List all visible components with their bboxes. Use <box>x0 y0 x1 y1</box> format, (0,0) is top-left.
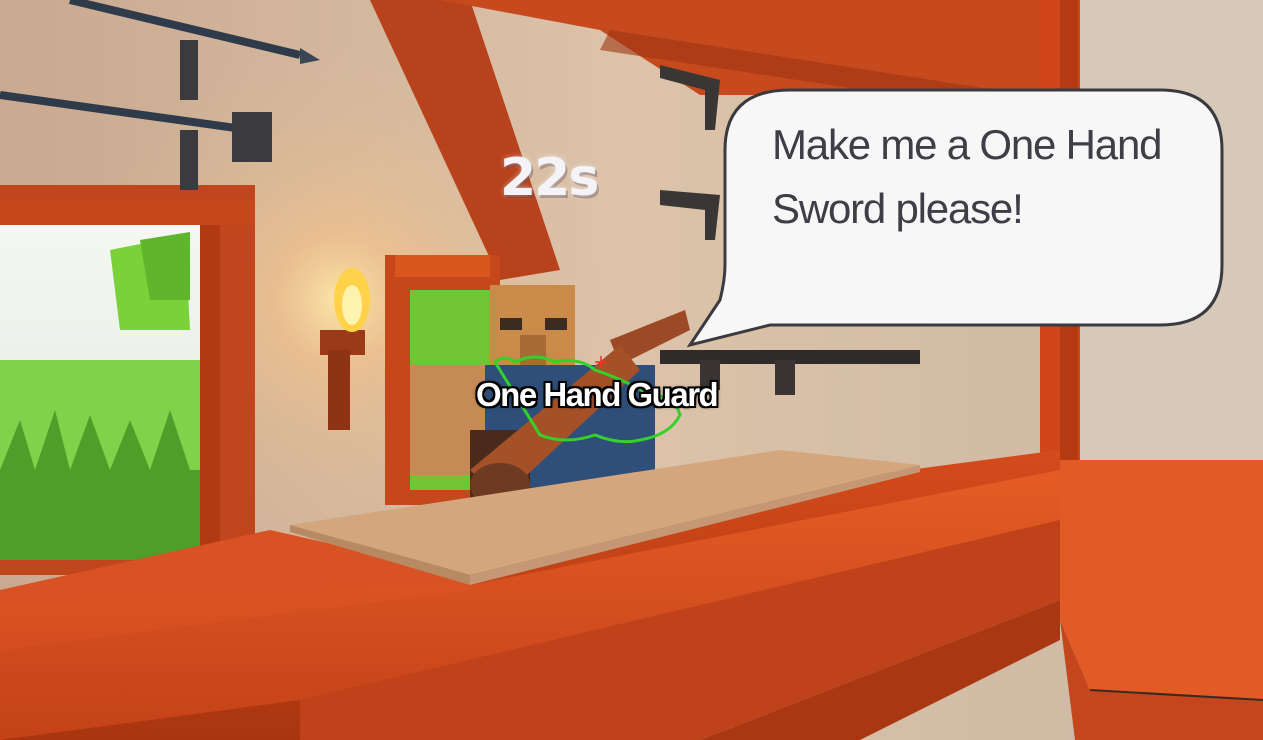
order-timer: 22s <box>500 148 599 208</box>
game-scene: 22s Make me a One Hand Sword please! One… <box>0 0 1263 740</box>
customer-request-text: Make me a One Hand Sword please! <box>772 121 1162 232</box>
shop-interior-backdrop <box>0 0 1263 740</box>
held-item-label[interactable]: One Hand Guard <box>476 376 719 414</box>
crosshair-icon <box>595 356 607 368</box>
